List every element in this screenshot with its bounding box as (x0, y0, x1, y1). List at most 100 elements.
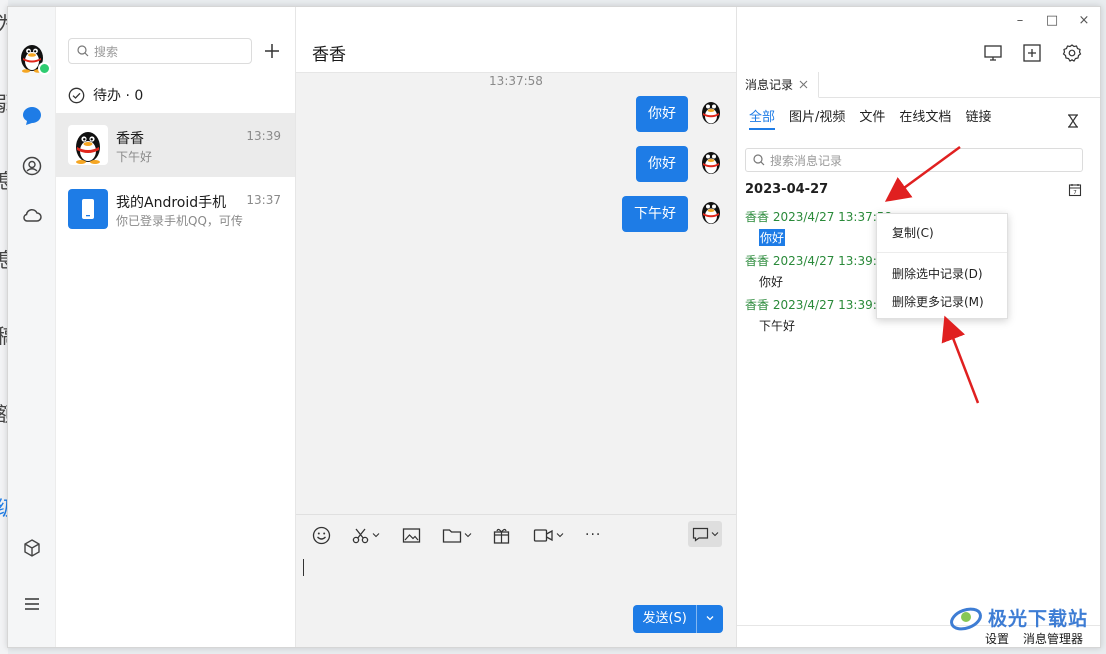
record-text-selected[interactable]: 你好 (759, 229, 786, 246)
search-icon (753, 154, 765, 166)
check-circle-icon (68, 87, 85, 103)
chevron-down-icon (372, 533, 380, 538)
tab-message-history[interactable]: 消息记录 (737, 72, 819, 98)
history-date-heading: 2023-04-27 (745, 182, 829, 197)
scissors-icon (352, 528, 369, 543)
watermark-logo-icon (950, 607, 982, 631)
record-meta: 香香 2023/4/27 13:39:3 (745, 298, 885, 312)
filter-online-docs[interactable]: 在线文档 (899, 106, 951, 130)
record-text[interactable]: 你好 (759, 273, 783, 290)
rail-menu[interactable] (18, 590, 46, 618)
red-packet-button[interactable] (492, 525, 511, 545)
message-bubble[interactable]: 下午好 (622, 196, 688, 232)
screen-share-button[interactable] (983, 43, 1003, 63)
gift-icon (493, 528, 510, 544)
image-button[interactable] (402, 525, 421, 545)
add-button[interactable] (261, 40, 283, 62)
chevron-down-icon (556, 533, 564, 538)
user-avatar[interactable] (15, 39, 51, 75)
conversation-list-panel: 搜索 待办 · 0 香香 13:39 下午好 我的Android手机 13:37… (56, 7, 296, 647)
more-tools-button[interactable]: ··· (585, 525, 601, 545)
conversation-preview: 下午好 (116, 150, 153, 164)
message-timestamp: 13:37:58 (489, 74, 543, 88)
window-controls: – □ × (1004, 7, 1100, 35)
conversation-name: 香香 (116, 131, 144, 147)
video-call-button[interactable] (533, 525, 564, 545)
sender-avatar (702, 152, 720, 174)
conversation-preview: 你已登录手机QQ，可传 (116, 214, 243, 228)
todo-label: 待办 · 0 (93, 88, 144, 104)
close-icon[interactable] (799, 80, 808, 89)
settings-link[interactable]: 设置 (985, 630, 1009, 647)
chat-bubble-icon (692, 527, 708, 542)
phone-avatar (68, 189, 108, 229)
filter-all[interactable]: 全部 (749, 106, 776, 130)
contact-avatar (68, 125, 108, 165)
record-text[interactable]: 下午好 (759, 317, 795, 334)
text-cursor[interactable] (303, 559, 304, 576)
tab-label: 消息记录 (745, 78, 794, 92)
todo-entry[interactable]: 待办 · 0 (68, 85, 143, 105)
conversation-item[interactable]: 我的Android手机 13:37 你已登录手机QQ，可传 (56, 177, 295, 241)
watermark-text: 极光下载站 (988, 607, 1089, 630)
menu-item-delete-selected[interactable]: 删除选中记录(D) (892, 265, 983, 282)
hourglass-filter-icon[interactable] (1066, 114, 1080, 128)
sender-avatar (702, 202, 720, 224)
filter-media[interactable]: 图片/视频 (789, 106, 845, 130)
chevron-down-icon (711, 532, 718, 537)
add-member-button[interactable] (1022, 43, 1042, 63)
tab-divider (819, 97, 1100, 98)
site-watermark: 极光下载站 (948, 602, 1088, 632)
menu-item-copy[interactable]: 复制(C) (892, 224, 934, 241)
close-button[interactable]: × (1068, 7, 1100, 33)
chat-settings-button[interactable] (1062, 43, 1082, 63)
hamburger-menu-icon (25, 598, 39, 610)
screenshot-button[interactable] (351, 525, 380, 545)
plus-icon (265, 44, 279, 58)
menu-item-delete-more[interactable]: 删除更多记录(M) (892, 293, 984, 310)
filter-files[interactable]: 文件 (859, 106, 885, 130)
chat-mode-button[interactable] (688, 521, 722, 547)
message-row: 你好 (636, 146, 726, 182)
conversation-time: 13:39 (246, 129, 281, 143)
search-input[interactable]: 搜索 (68, 38, 252, 64)
nav-rail (8, 7, 56, 647)
record-meta: 香香 2023/4/27 13:37:58 (745, 210, 893, 224)
qq-window: 搜索 待办 · 0 香香 13:39 下午好 我的Android手机 13:37… (7, 6, 1101, 648)
send-label: 发送(S) (633, 605, 698, 633)
minimize-button[interactable]: – (1004, 7, 1036, 33)
rail-messages[interactable] (18, 102, 46, 130)
sender-avatar (702, 102, 720, 124)
rail-cloud[interactable] (18, 202, 46, 230)
message-history-panel: 消息记录 全部 图片/视频 文件 在线文档 链接 搜索消息记录 2023-04-… (737, 72, 1100, 647)
chat-title: 香香 (312, 45, 346, 65)
rail-apps[interactable] (18, 534, 46, 562)
message-bubble[interactable]: 你好 (636, 96, 688, 132)
menu-separator (877, 252, 1007, 253)
calendar-icon[interactable]: 7 (1068, 183, 1082, 197)
gear-icon (1062, 44, 1082, 62)
rail-contacts[interactable] (18, 152, 46, 180)
history-filter-tabs: 全部 图片/视频 文件 在线文档 链接 (749, 106, 991, 130)
send-options-button[interactable] (697, 612, 723, 627)
emoji-icon (312, 526, 331, 544)
mobile-phone-icon (82, 199, 94, 219)
conversation-item[interactable]: 香香 13:39 下午好 (56, 113, 295, 177)
input-area: ··· 发送(S) (296, 514, 736, 647)
send-button[interactable]: 发送(S) (633, 605, 723, 633)
message-row: 下午好 (622, 196, 726, 232)
message-row: 你好 (636, 96, 726, 132)
context-menu: 复制(C) 删除选中记录(D) 删除更多记录(M) (876, 213, 1008, 319)
filter-links[interactable]: 链接 (965, 106, 991, 130)
message-bubble[interactable]: 你好 (636, 146, 688, 182)
svg-text:7: 7 (1073, 190, 1077, 196)
history-search-placeholder: 搜索消息记录 (770, 153, 843, 168)
search-icon (77, 45, 89, 57)
emoji-button[interactable] (312, 525, 331, 545)
file-button[interactable] (442, 525, 472, 545)
chat-header: 香香 (296, 7, 736, 73)
message-manager-link[interactable]: 消息管理器 (1023, 630, 1083, 647)
image-icon (402, 527, 421, 543)
history-search-input[interactable]: 搜索消息记录 (745, 148, 1083, 172)
maximize-button[interactable]: □ (1036, 7, 1068, 33)
